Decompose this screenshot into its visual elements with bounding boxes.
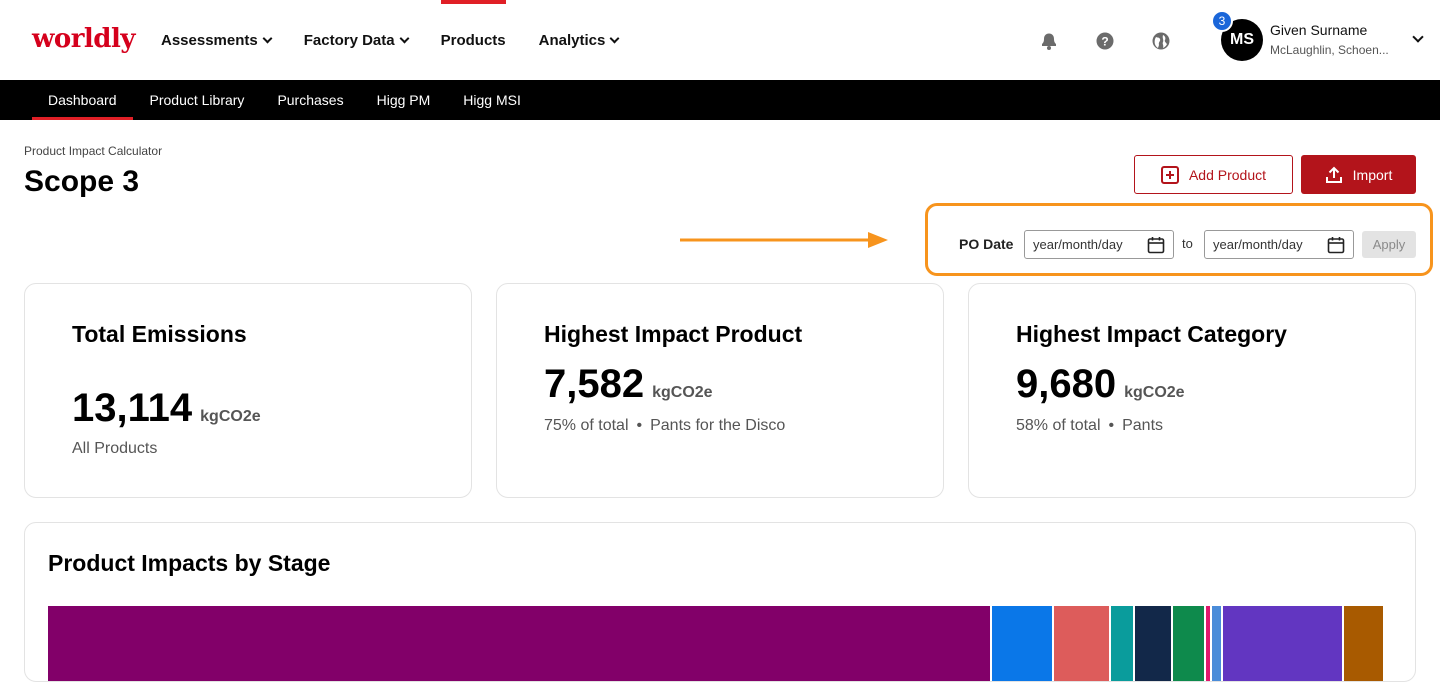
- apply-button[interactable]: Apply: [1362, 231, 1416, 258]
- breadcrumb: Product Impact Calculator: [24, 144, 163, 158]
- help-icon[interactable]: ?: [1094, 30, 1116, 52]
- user-org: McLaughlin, Schoen...: [1270, 43, 1389, 57]
- subnav-dashboard[interactable]: Dashboard: [32, 80, 133, 120]
- po-date-to-input[interactable]: year/month/day: [1204, 230, 1354, 259]
- po-date-from-placeholder: year/month/day: [1033, 237, 1123, 252]
- subnav-higg-msi[interactable]: Higg MSI: [447, 80, 537, 120]
- nav-analytics[interactable]: Analytics: [538, 0, 620, 80]
- subnav-purchases[interactable]: Purchases: [261, 80, 359, 120]
- user-avatar-wrap[interactable]: MS 3: [1211, 10, 1263, 61]
- card-value: 7,582: [544, 362, 645, 406]
- card-subtext: 75% of total • Pants for the Disco: [544, 417, 785, 435]
- card-value-row: 13,114 kgCO2e: [72, 386, 261, 431]
- user-name[interactable]: Given Surname: [1270, 22, 1367, 38]
- import-button[interactable]: Import: [1301, 155, 1416, 194]
- card-value-row: 9,680 kgCO2e: [1016, 362, 1185, 407]
- treemap-segment[interactable]: [48, 606, 990, 681]
- globe-icon[interactable]: [1150, 30, 1172, 52]
- po-date-to-placeholder: year/month/day: [1213, 237, 1303, 252]
- po-date-from-input[interactable]: year/month/day: [1024, 230, 1174, 259]
- stage-treemap: [48, 606, 1393, 681]
- top-header: worldly Assessments Factory Data Product…: [0, 0, 1440, 80]
- treemap-segment[interactable]: [1135, 606, 1172, 681]
- card-subtext-a: 75% of total: [544, 417, 629, 434]
- calendar-icon[interactable]: [1327, 236, 1345, 257]
- card-title: Total Emissions: [72, 321, 247, 347]
- nav-assessments-label: Assessments: [161, 31, 258, 49]
- svg-text:?: ?: [1101, 35, 1108, 49]
- chevron-down-icon: [262, 33, 273, 43]
- notification-bell-icon[interactable]: [1038, 30, 1060, 52]
- highest-impact-category-card: Highest Impact Category 9,680 kgCO2e 58%…: [968, 283, 1416, 498]
- calendar-icon[interactable]: [1147, 236, 1165, 257]
- treemap-segment[interactable]: [1206, 606, 1211, 681]
- upload-icon: [1325, 166, 1343, 184]
- annotation-arrow: [680, 232, 890, 255]
- chevron-down-icon: [609, 33, 620, 43]
- notification-badge: 3: [1211, 10, 1233, 32]
- card-value: 13,114: [72, 386, 193, 430]
- main-nav: Assessments Factory Data Products Analyt…: [161, 0, 651, 80]
- card-value-row: 7,582 kgCO2e: [544, 362, 713, 407]
- treemap-segment[interactable]: [991, 606, 1053, 681]
- nav-factory-data-label: Factory Data: [303, 31, 395, 49]
- chevron-down-icon: [399, 33, 410, 43]
- treemap-segment[interactable]: [1343, 606, 1383, 681]
- separator-dot: •: [636, 417, 643, 434]
- add-product-button[interactable]: Add Product: [1134, 155, 1293, 194]
- card-subtext-b: Pants for the Disco: [650, 417, 786, 434]
- product-impacts-by-stage-card: Product Impacts by Stage: [24, 522, 1416, 682]
- card-unit: kgCO2e: [652, 384, 713, 401]
- nav-products[interactable]: Products: [440, 0, 506, 80]
- treemap-segment[interactable]: [1212, 606, 1222, 681]
- highest-impact-product-card: Highest Impact Product 7,582 kgCO2e 75% …: [496, 283, 944, 498]
- subnav-product-library[interactable]: Product Library: [134, 80, 261, 120]
- section-title: Product Impacts by Stage: [48, 550, 331, 576]
- card-value: 9,680: [1016, 362, 1117, 406]
- treemap-segment[interactable]: [1223, 606, 1342, 681]
- header-icons: ?: [1038, 30, 1206, 52]
- import-label: Import: [1352, 166, 1393, 183]
- card-subtext: 58% of total • Pants: [1016, 417, 1163, 435]
- treemap-segment[interactable]: [1054, 606, 1110, 681]
- chevron-down-icon[interactable]: [1412, 31, 1424, 43]
- card-title: Highest Impact Product: [544, 321, 803, 347]
- card-subtext-a: All Products: [72, 440, 158, 457]
- nav-assessments[interactable]: Assessments: [161, 0, 273, 80]
- plus-square-icon: [1160, 165, 1179, 184]
- card-unit: kgCO2e: [200, 408, 261, 425]
- po-date-label: PO Date: [959, 236, 1014, 252]
- card-subtext-a: 58% of total: [1016, 417, 1101, 434]
- subnav-higg-pm[interactable]: Higg PM: [361, 80, 447, 120]
- card-subtext-b: Pants: [1122, 417, 1164, 434]
- treemap-segment[interactable]: [1173, 606, 1205, 681]
- sub-nav: Dashboard Product Library Purchases Higg…: [0, 80, 1440, 120]
- add-product-label: Add Product: [1188, 166, 1267, 183]
- to-label: to: [1182, 236, 1193, 251]
- card-subtext: All Products: [72, 440, 157, 458]
- separator-dot: •: [1108, 417, 1115, 434]
- treemap-segment[interactable]: [1111, 606, 1134, 681]
- worldly-logo[interactable]: worldly: [32, 24, 135, 54]
- nav-factory-data[interactable]: Factory Data: [303, 0, 410, 80]
- total-emissions-card: Total Emissions 13,114 kgCO2e All Produc…: [24, 283, 472, 498]
- page-title: Scope 3: [24, 165, 140, 198]
- card-unit: kgCO2e: [1124, 384, 1185, 401]
- nav-products-label: Products: [440, 31, 506, 49]
- card-title: Highest Impact Category: [1016, 321, 1287, 347]
- nav-analytics-label: Analytics: [538, 31, 606, 49]
